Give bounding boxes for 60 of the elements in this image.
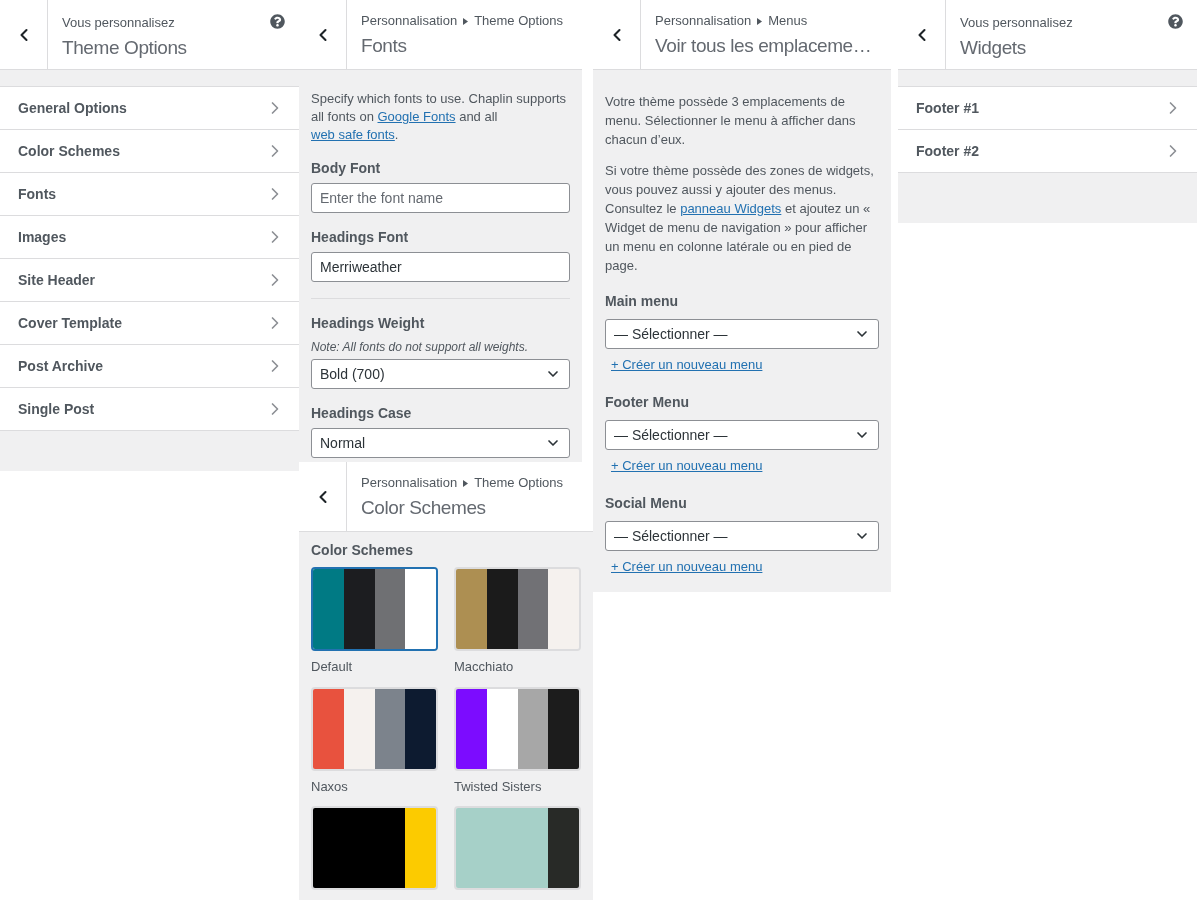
text-input[interactable]: Enter the font name [311, 183, 570, 213]
panel-title: Widgets [960, 36, 1026, 60]
field-label: Headings Weight [311, 314, 426, 333]
help-icon [1168, 14, 1183, 29]
panel-title: Color Schemes [361, 496, 486, 520]
caret-icon [463, 17, 469, 25]
field-label: Headings Font [311, 228, 410, 247]
help-button[interactable] [1168, 14, 1183, 29]
breadcrumb-text: Personnalisation [361, 12, 458, 30]
eyebrow-text: Vous personnalisez [960, 14, 1073, 32]
scheme-name: Macchiato [454, 658, 515, 676]
select-dropdown[interactable]: Normal [311, 428, 570, 458]
color-swatch[interactable] [311, 567, 438, 651]
breadcrumb-text: Personnalisation [655, 12, 752, 30]
text-input[interactable]: Merriweather [311, 252, 570, 282]
field-label: Social Menu [605, 494, 688, 513]
select-dropdown[interactable]: — Sélectionner — [605, 420, 879, 450]
section-item[interactable]: Single Post [0, 388, 299, 431]
section-label: Color Schemes [311, 541, 414, 560]
section-item[interactable]: Cover Template [0, 302, 299, 345]
eyebrow-text: Vous personnalisez [62, 14, 175, 32]
help-button[interactable] [270, 14, 285, 29]
section-item[interactable]: Footer #1 [898, 87, 1197, 130]
caret-icon [463, 479, 469, 487]
breadcrumb-text: Theme Options [474, 474, 563, 492]
description-text: Si votre thème possède des zones de widgets, vous pouvez aussi y ajouter des menus. Consultez le panneau Widgets et ajoutez un « Widget de menu de navigation » pour afficher un menu en colonne latérale ou en pied de page. [605, 162, 875, 275]
scheme-name: Naxos [311, 777, 349, 796]
create-menu-link[interactable]: + Créer un nouveau menu [611, 456, 763, 476]
select-dropdown[interactable]: Bold (700) [311, 359, 570, 389]
breadcrumb-text: Personnalisation [361, 474, 458, 492]
field-label: Headings Case [311, 404, 413, 423]
text-link[interactable]: web safe fonts [311, 127, 395, 142]
section-item[interactable]: Post Archive [0, 345, 299, 388]
panel-title: Fonts [361, 34, 407, 58]
description-text: Specify which fonts to use. Chaplin supports all fonts on Google Fonts and all web safe fonts. [311, 90, 568, 144]
select-dropdown[interactable]: — Sélectionner — [605, 319, 879, 349]
create-menu-link[interactable]: + Créer un nouveau menu [611, 557, 763, 577]
scheme-name: Default [311, 658, 354, 676]
section-item[interactable]: Images [0, 216, 299, 259]
text-link[interactable]: panneau Widgets [680, 201, 782, 216]
text-link[interactable]: Google Fonts [377, 109, 456, 124]
section-item[interactable]: Fonts [0, 173, 299, 216]
scheme-name: Twisted Sisters [454, 777, 543, 796]
caret-icon [757, 17, 763, 25]
section-item[interactable]: Color Schemes [0, 130, 299, 173]
field-label: Body Font [311, 159, 382, 178]
panel-title: Voir tous les emplaceme… [655, 34, 872, 58]
breadcrumb-text: Menus [768, 12, 808, 30]
section-item[interactable]: Site Header [0, 259, 299, 302]
field-note: Note: All fonts do not support all weights. [311, 339, 529, 356]
section-item[interactable]: Footer #2 [898, 130, 1197, 173]
select-dropdown[interactable]: — Sélectionner — [605, 521, 879, 551]
field-label: Footer Menu [605, 393, 690, 412]
create-menu-link[interactable]: + Créer un nouveau menu [611, 355, 763, 375]
panel-title: Theme Options [62, 36, 187, 60]
help-icon [270, 14, 285, 29]
field-label: Main menu [605, 292, 680, 311]
intro-text: Votre thème possède 3 emplacements de menu. Sélectionner le menu à afficher dans chacun d’eux. [605, 93, 857, 149]
section-item[interactable]: General Options [0, 87, 299, 130]
breadcrumb-text: Theme Options [474, 12, 563, 30]
